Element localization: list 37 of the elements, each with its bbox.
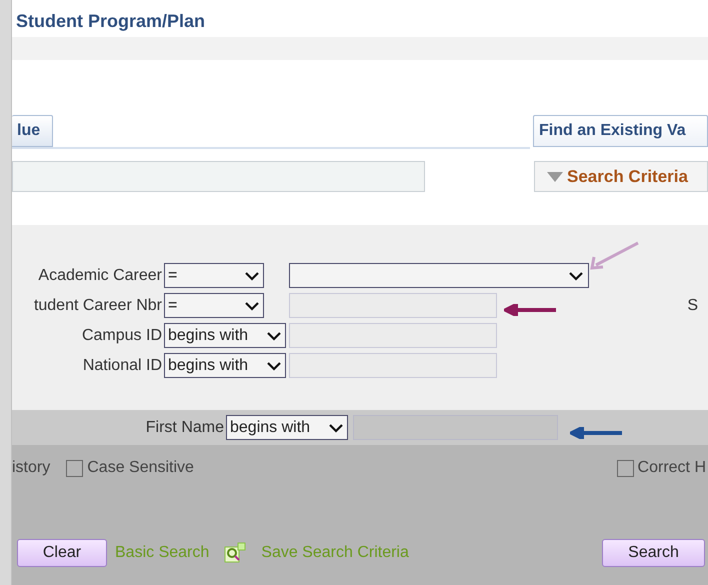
- clear-button[interactable]: Clear: [17, 539, 107, 567]
- chevron-down-icon: [328, 422, 344, 432]
- tab[interactable]: Find an Existing Va: [533, 115, 708, 147]
- field-label: tudent Career Nbr: [32, 296, 163, 316]
- tab[interactable]: lue: [12, 115, 53, 147]
- case-checkbox[interactable]: Case Sensitive: [66, 456, 194, 480]
- page-title: Student Program/Plan: [16, 10, 206, 33]
- triangle-icon: [547, 172, 563, 182]
- field-label: National ID: [82, 356, 163, 376]
- field-label: Campus ID: [80, 326, 163, 346]
- chevron-down-icon: [244, 300, 260, 310]
- field-label: Academic Career: [37, 266, 163, 286]
- search-criteria-header[interactable]: Search Criteria: [534, 161, 708, 192]
- value-dropdown[interactable]: [289, 263, 589, 288]
- arrow-icon: [504, 304, 556, 316]
- chevron-down-icon: [266, 330, 282, 340]
- arrow-icon: [570, 427, 622, 439]
- value-field[interactable]: [289, 353, 497, 378]
- checkbox[interactable]: [616, 460, 634, 476]
- chevron-down-icon: [568, 270, 584, 280]
- field-label: S: [687, 296, 698, 316]
- value-field[interactable]: [289, 293, 497, 318]
- operator-dropdown[interactable]: begins with: [164, 353, 286, 378]
- field-label: First Name: [144, 418, 225, 438]
- operator-dropdown[interactable]: begins with: [226, 415, 348, 440]
- arrow-icon: [590, 241, 640, 271]
- magnifier-icon[interactable]: [224, 542, 246, 564]
- operator-dropdown[interactable]: begins with: [164, 323, 286, 348]
- case-checkbox[interactable]: Correct H: [616, 456, 706, 480]
- value-field[interactable]: [289, 323, 497, 348]
- operator-dropdown[interactable]: =: [164, 263, 264, 288]
- search-button[interactable]: Search: [602, 539, 705, 567]
- checkbox[interactable]: [66, 460, 84, 476]
- operator-dropdown[interactable]: =: [164, 293, 264, 318]
- option-label: istory: [12, 458, 50, 478]
- chevron-down-icon: [244, 270, 260, 280]
- chevron-down-icon: [266, 360, 282, 370]
